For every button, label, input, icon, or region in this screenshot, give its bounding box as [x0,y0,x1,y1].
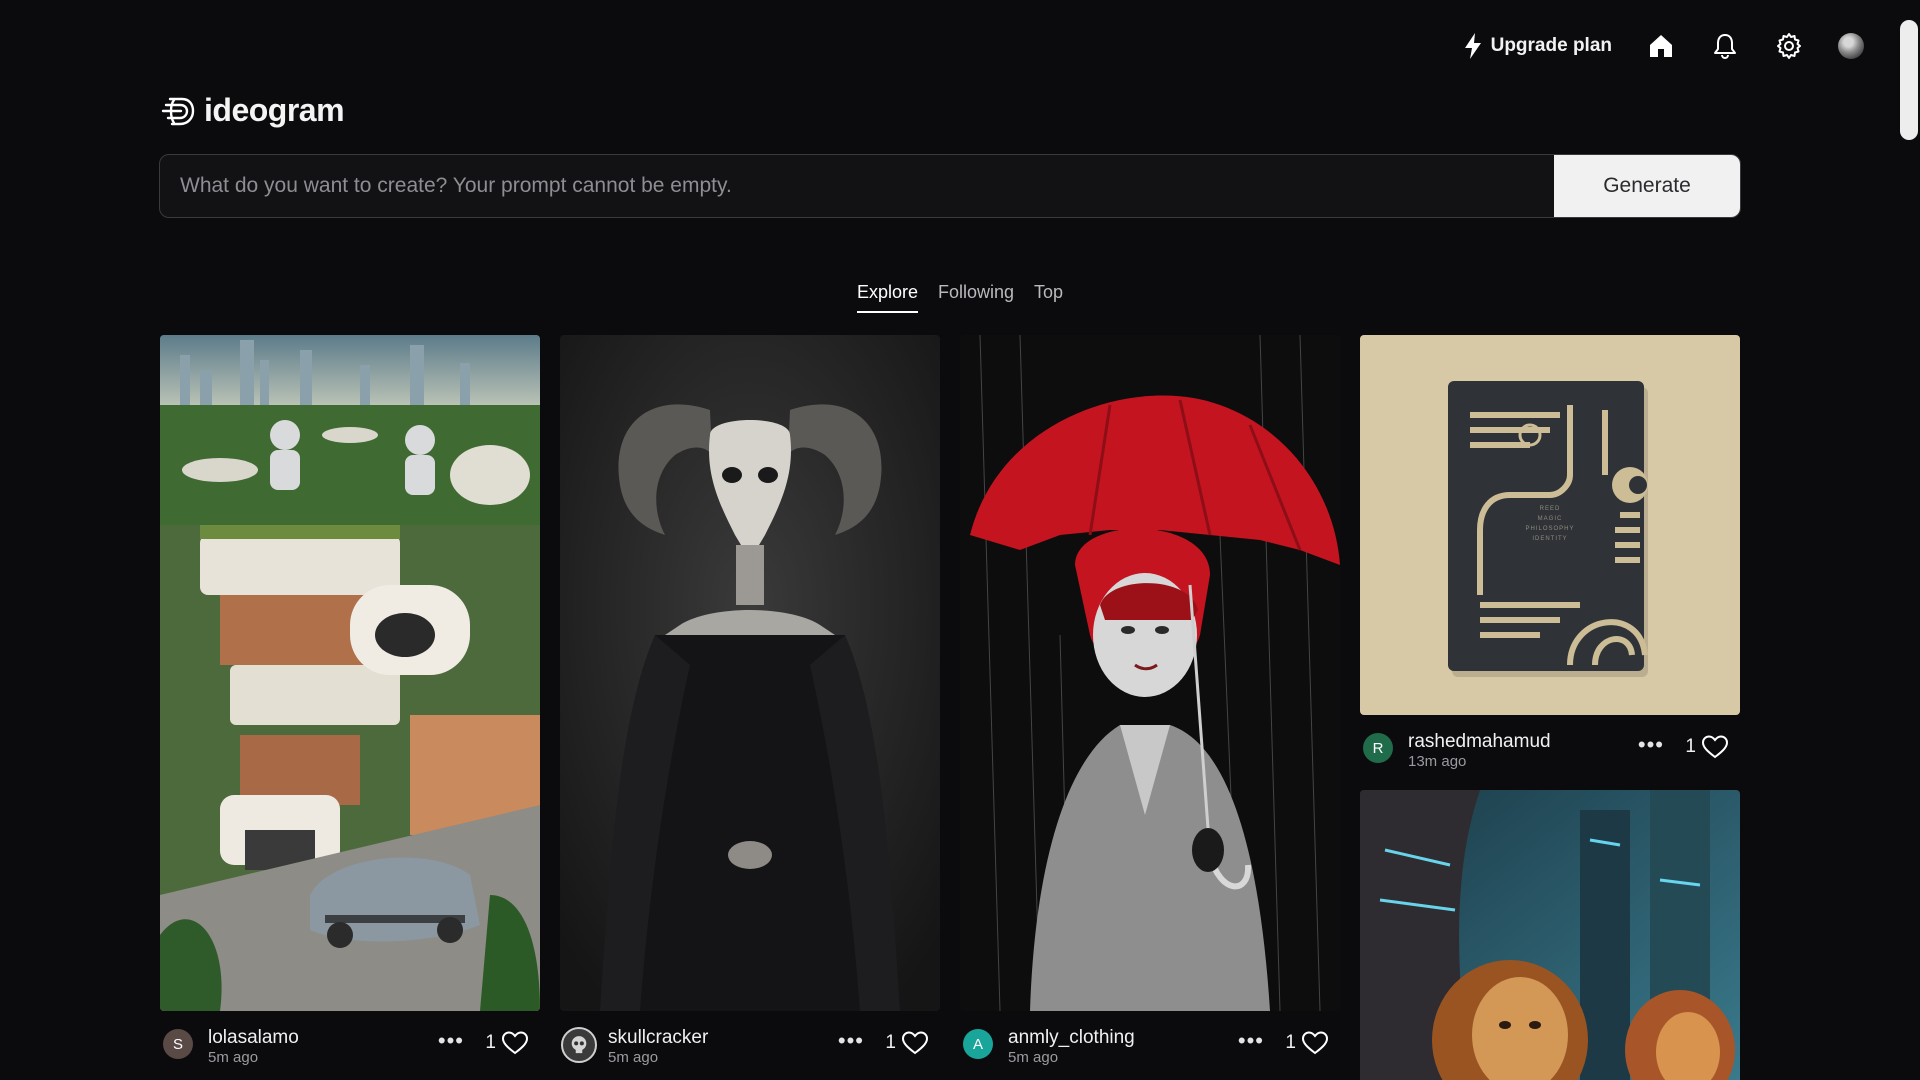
ram-skull-woman-image [560,335,940,1011]
user-avatar[interactable]: A [963,1029,993,1059]
skull-avatar-icon [571,1036,587,1054]
more-options-button[interactable]: ••• [838,1030,864,1052]
ideogram-logo-icon [161,97,195,125]
more-options-button[interactable]: ••• [438,1030,464,1052]
username[interactable]: skullcracker [608,1027,708,1049]
user-avatar[interactable]: S [163,1029,193,1059]
feed-image[interactable] [560,335,940,1011]
timestamp: 13m ago [1408,753,1467,770]
logo-text: ideogram [204,92,345,128]
robots-eco-city-image [160,335,540,1011]
card-meta: A anmly_clothing 5m ago ••• 1 [960,1021,1340,1073]
home-button[interactable] [1646,31,1676,61]
like-count: 1 [1685,736,1696,757]
settings-button[interactable] [1774,31,1804,61]
upgrade-plan-button[interactable]: Upgrade plan [1463,33,1612,59]
card-meta: S lolasalamo 5m ago ••• 1 [160,1021,540,1073]
lightning-icon [1464,33,1481,59]
heart-icon[interactable] [902,1031,928,1055]
heart-icon[interactable] [502,1031,528,1055]
lions-sci-fi-image [1360,790,1740,1080]
gear-icon [1777,33,1801,59]
logo[interactable]: ideogram [160,92,345,129]
book-text-line: MAGIC [1538,516,1563,522]
feed-tabs: Explore Following Top [0,282,1920,313]
user-avatar[interactable] [561,1027,597,1063]
like-group: 1 [885,1031,928,1055]
feed-card: skullcracker 5m ago ••• 1 [560,335,940,1073]
tab-top[interactable]: Top [1034,282,1063,313]
notifications-button[interactable] [1710,31,1740,61]
heart-icon[interactable] [1702,735,1728,759]
like-count: 1 [1285,1032,1296,1053]
feed-image[interactable] [960,335,1340,1011]
feed-image[interactable] [1360,790,1740,1080]
book-text-line: IDENTITY [1532,536,1567,542]
feed-card: S lolasalamo 5m ago ••• 1 [160,335,540,1073]
like-group: 1 [1285,1031,1328,1055]
book-text-line: REED [1540,506,1561,512]
red-umbrella-woman-image [960,335,1340,1011]
timestamp: 5m ago [1008,1049,1059,1066]
timestamp: 5m ago [608,1049,659,1066]
more-options-button[interactable]: ••• [1638,734,1664,756]
book-text-line: PHILOSOPHY [1525,526,1574,532]
prompt-input[interactable] [160,155,1554,217]
home-icon [1650,35,1672,57]
tab-explore[interactable]: Explore [856,282,918,313]
like-count: 1 [885,1032,896,1053]
generate-button[interactable]: Generate [1554,155,1740,217]
feed-image[interactable] [160,335,540,1011]
like-group: 1 [1685,735,1728,759]
more-options-button[interactable]: ••• [1238,1030,1264,1052]
username[interactable]: lolasalamo [208,1027,299,1049]
top-nav: Upgrade plan [1463,28,1864,64]
heart-icon[interactable] [1302,1031,1328,1055]
feed-card: REED MAGIC PHILOSOPHY IDENTITY R rashedm… [1360,335,1740,777]
feed-card [1360,790,1740,1080]
feed-card: A anmly_clothing 5m ago ••• 1 [960,335,1340,1073]
scrollbar[interactable] [1900,20,1918,140]
like-count: 1 [485,1032,496,1053]
book-cover-image: REED MAGIC PHILOSOPHY IDENTITY [1360,335,1740,715]
like-group: 1 [485,1031,528,1055]
username[interactable]: rashedmahamud [1408,731,1551,753]
prompt-bar: Generate [159,154,1741,218]
bell-icon [1714,34,1736,60]
user-avatar[interactable]: R [1363,733,1393,763]
timestamp: 5m ago [208,1049,259,1066]
user-avatar[interactable] [1838,33,1864,59]
tab-following[interactable]: Following [938,282,1014,313]
username[interactable]: anmly_clothing [1008,1027,1135,1049]
card-meta: skullcracker 5m ago ••• 1 [560,1021,940,1073]
upgrade-plan-label: Upgrade plan [1490,35,1612,56]
card-meta: R rashedmahamud 13m ago ••• 1 [1360,725,1740,777]
feed-image[interactable]: REED MAGIC PHILOSOPHY IDENTITY [1360,335,1740,715]
